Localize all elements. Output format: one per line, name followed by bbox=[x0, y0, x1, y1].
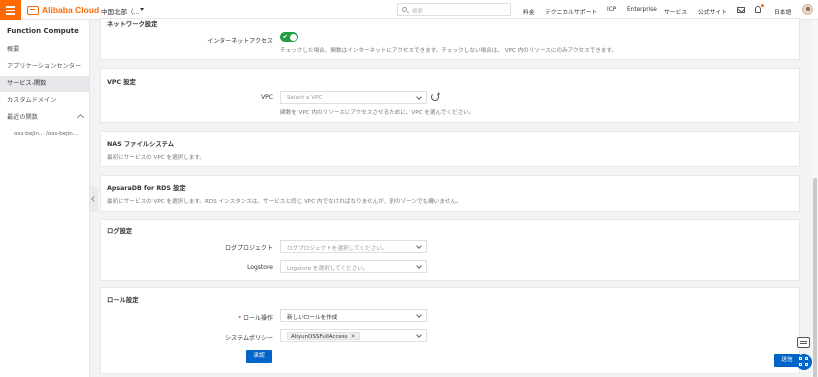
scrollbar-thumb[interactable] bbox=[813, 178, 817, 377]
sidebar: Function Compute 概要 アプリケーションセンター サービス-関数… bbox=[0, 20, 90, 377]
logstore-placeholder: Logstore を選択してください。 bbox=[287, 266, 369, 272]
internet-access-description: チェックした場合、関数はインターネットにアクセスできます。チェックしない場合は、… bbox=[280, 48, 618, 54]
nav-services[interactable]: サービス bbox=[664, 7, 687, 16]
chevron-down-icon bbox=[416, 94, 422, 100]
sidebar-item-recent-functions[interactable]: 最近の関数 bbox=[0, 110, 89, 126]
nav-pricing[interactable]: 料金 bbox=[523, 7, 535, 16]
avatar[interactable] bbox=[802, 4, 813, 15]
internet-access-label: インターネットアクセス bbox=[207, 38, 273, 45]
nas-settings-card: NAS ファイルシステム 最初にサービスの VPC を選択します。 bbox=[100, 131, 800, 167]
approve-button[interactable]: 承認 bbox=[246, 350, 272, 363]
nav-official-site[interactable]: 公式サイト bbox=[698, 7, 727, 16]
vpc-select[interactable]: Select a VPC bbox=[280, 91, 427, 104]
internet-access-toggle[interactable] bbox=[280, 32, 298, 42]
sidebar-collapse-handle[interactable] bbox=[90, 186, 98, 212]
vpc-label: VPC bbox=[261, 94, 273, 101]
role-settings-title: ロール設定 bbox=[107, 297, 139, 304]
region-selector[interactable]: 中国北部（... bbox=[101, 6, 140, 16]
required-mark: * bbox=[238, 315, 242, 322]
nav-icp[interactable]: ICP bbox=[607, 7, 616, 13]
nav-tech-support[interactable]: テクニカルサポート bbox=[545, 7, 597, 16]
log-settings-title: ログ設定 bbox=[107, 228, 133, 235]
rds-settings-card: ApsaraDB for RDS 設定 最初にサービスの VPC を選択します。… bbox=[100, 175, 800, 212]
vpc-settings-card: VPC 設定 VPC Select a VPC 関数を VPC 内のリソースにア… bbox=[100, 68, 800, 123]
search-placeholder: 検索 bbox=[412, 9, 424, 15]
system-policy-select[interactable]: AliyunOSSFullAccess ✕ bbox=[280, 329, 427, 342]
chat-icon[interactable] bbox=[797, 337, 810, 348]
close-icon[interactable]: ✕ bbox=[351, 333, 356, 340]
sidebar-title: Function Compute bbox=[7, 27, 79, 35]
nas-description: 最初にサービスの VPC を選択します。 bbox=[107, 155, 206, 161]
vpc-settings-title: VPC 設定 bbox=[107, 79, 136, 86]
sidebar-item-overview[interactable]: 概要 bbox=[0, 42, 89, 58]
chevron-down-icon bbox=[416, 312, 422, 318]
caret-down-icon[interactable] bbox=[140, 8, 144, 11]
logo-text: Alibaba Cloud bbox=[42, 5, 100, 15]
role-operation-label-text: ロール操作 bbox=[242, 315, 273, 322]
refresh-icon[interactable] bbox=[431, 92, 440, 101]
system-policy-label: システムポリシー bbox=[225, 335, 273, 342]
logstore-select[interactable]: Logstore を選択してください。 bbox=[280, 260, 427, 273]
network-settings-title: ネットワーク設定 bbox=[107, 21, 158, 28]
vpc-description: 関数を VPC 内のリソースにアクセスさせるために、VPC を選んでください。 bbox=[280, 110, 475, 116]
sidebar-item-services-functions[interactable]: サービス-関数 bbox=[0, 76, 89, 92]
rds-settings-title: ApsaraDB for RDS 設定 bbox=[107, 185, 186, 192]
sidebar-item-app-center[interactable]: アプリケーションセンター bbox=[0, 59, 89, 75]
role-settings-card: ロール設定 * ロール操作 新しいロールを作成 システムポリシー AliyunO… bbox=[100, 287, 800, 374]
notification-dot bbox=[761, 4, 764, 7]
mail-icon[interactable] bbox=[737, 7, 745, 13]
nav-enterprise[interactable]: Enterprise bbox=[627, 7, 657, 13]
policy-tag-label: AliyunOSSFullAccess bbox=[291, 334, 348, 340]
vpc-select-placeholder: Select a VPC bbox=[287, 95, 323, 101]
log-project-placeholder: ログプロジェクトを選択してください。 bbox=[287, 246, 388, 252]
chevron-down-icon bbox=[416, 332, 422, 338]
role-operation-label: * ロール操作 bbox=[201, 313, 273, 322]
bell-icon[interactable] bbox=[755, 6, 761, 13]
search-input[interactable]: 検索 bbox=[397, 3, 511, 16]
language-selector[interactable]: 日本語 bbox=[774, 7, 791, 16]
sidebar-item-custom-domain[interactable]: カスタムドメイン bbox=[0, 93, 89, 109]
alibaba-cloud-logo[interactable]: Alibaba Cloud bbox=[27, 4, 99, 16]
check-icon bbox=[282, 33, 288, 39]
top-bar: Alibaba Cloud 中国北部（... 検索 料金 テクニカルサポート I… bbox=[0, 0, 818, 20]
log-project-label: ログプロジェクト bbox=[224, 245, 273, 252]
search-icon bbox=[402, 7, 407, 12]
log-project-select[interactable]: ログプロジェクトを選択してください。 bbox=[280, 240, 427, 253]
log-settings-card: ログ設定 ログプロジェクト ログプロジェクトを選択してください。 Logstor… bbox=[100, 219, 800, 281]
role-operation-select[interactable]: 新しいロールを作成 bbox=[280, 309, 427, 322]
rds-description: 最初にサービスの VPC を選択します。RDS インスタンスは、サービスと同じ … bbox=[107, 199, 462, 205]
scrollbar[interactable] bbox=[812, 20, 818, 377]
menu-icon[interactable] bbox=[0, 0, 21, 20]
recent-function-item[interactable]: oss-bejin... /oss-bejin... bbox=[14, 131, 78, 137]
chevron-down-icon bbox=[416, 243, 422, 249]
apps-icon[interactable] bbox=[796, 354, 812, 370]
alibaba-logo-icon bbox=[27, 5, 39, 15]
nas-settings-title: NAS ファイルシステム bbox=[107, 141, 175, 148]
chevron-down-icon bbox=[416, 263, 422, 269]
policy-tag[interactable]: AliyunOSSFullAccess ✕ bbox=[287, 332, 360, 340]
role-operation-value: 新しいロールを作成 bbox=[287, 315, 338, 321]
logstore-label: Logstore bbox=[247, 264, 273, 271]
network-settings-card: ネットワーク設定 インターネットアクセス チェックした場合、関数はインターネット… bbox=[100, 18, 800, 60]
